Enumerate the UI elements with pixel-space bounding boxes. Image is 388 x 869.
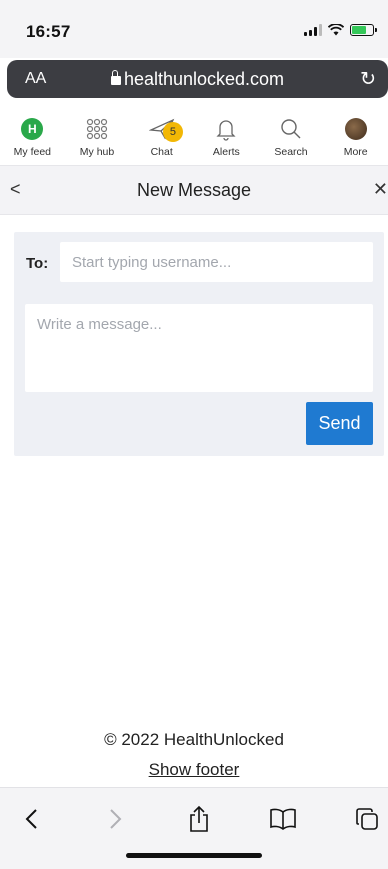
browser-toolbar (0, 787, 388, 869)
lock-icon (110, 70, 121, 85)
page-title: New Message (136, 180, 252, 200)
nav-item-my-hub[interactable]: My hub (65, 108, 130, 164)
main-nav: H My feed My hub 5 Chat Alerts Search Mo… (0, 108, 388, 164)
bell-icon (213, 116, 239, 142)
nav-item-more[interactable]: More (323, 108, 388, 164)
message-input[interactable] (25, 304, 373, 392)
status-icons (304, 24, 377, 36)
url-text: healthunlocked.com (123, 69, 285, 89)
address-bar[interactable]: AA healthunlocked.com ↻ (7, 60, 388, 98)
wifi-icon (328, 24, 344, 36)
tabs-icon[interactable] (352, 804, 382, 834)
nav-item-my-feed[interactable]: H My feed (0, 108, 65, 164)
status-time: 16:57 (26, 22, 71, 41)
feed-h-icon: H (19, 116, 45, 142)
nav-label: Chat (150, 146, 173, 158)
forward-arrow-icon[interactable] (101, 804, 131, 834)
nav-label: Alerts (212, 146, 240, 158)
show-footer-link[interactable]: Show footer (0, 760, 388, 780)
nav-label: More (343, 146, 368, 158)
recipient-input[interactable] (60, 242, 373, 282)
search-icon (278, 116, 304, 142)
nav-item-alerts[interactable]: Alerts (194, 108, 259, 164)
hub-grid-icon (84, 116, 110, 142)
share-icon[interactable] (184, 804, 214, 834)
back-arrow-icon[interactable] (16, 804, 46, 834)
battery-icon (350, 24, 377, 36)
nav-item-chat[interactable]: 5 Chat (129, 108, 194, 164)
nav-label: My hub (79, 146, 115, 158)
url-display[interactable]: healthunlocked.com (7, 69, 388, 90)
nav-label: My feed (13, 146, 52, 158)
to-label: To: (26, 255, 49, 272)
home-indicator (126, 853, 262, 858)
avatar-icon (343, 116, 369, 142)
message-header: < New Message ✕ (0, 165, 388, 215)
close-button[interactable]: ✕ (373, 179, 388, 200)
chat-count-badge: 5 (162, 122, 183, 142)
nav-item-search[interactable]: Search (259, 108, 324, 164)
nav-label: Search (274, 146, 308, 158)
status-bar: 16:57 (0, 0, 388, 58)
copyright-text: © 2022 HealthUnlocked (104, 730, 284, 749)
send-button[interactable]: Send (306, 402, 373, 445)
signal-icon (304, 24, 322, 36)
bookmarks-icon[interactable] (268, 804, 298, 834)
compose-panel: To: Send (14, 232, 384, 456)
reload-icon[interactable]: ↻ (360, 68, 376, 91)
